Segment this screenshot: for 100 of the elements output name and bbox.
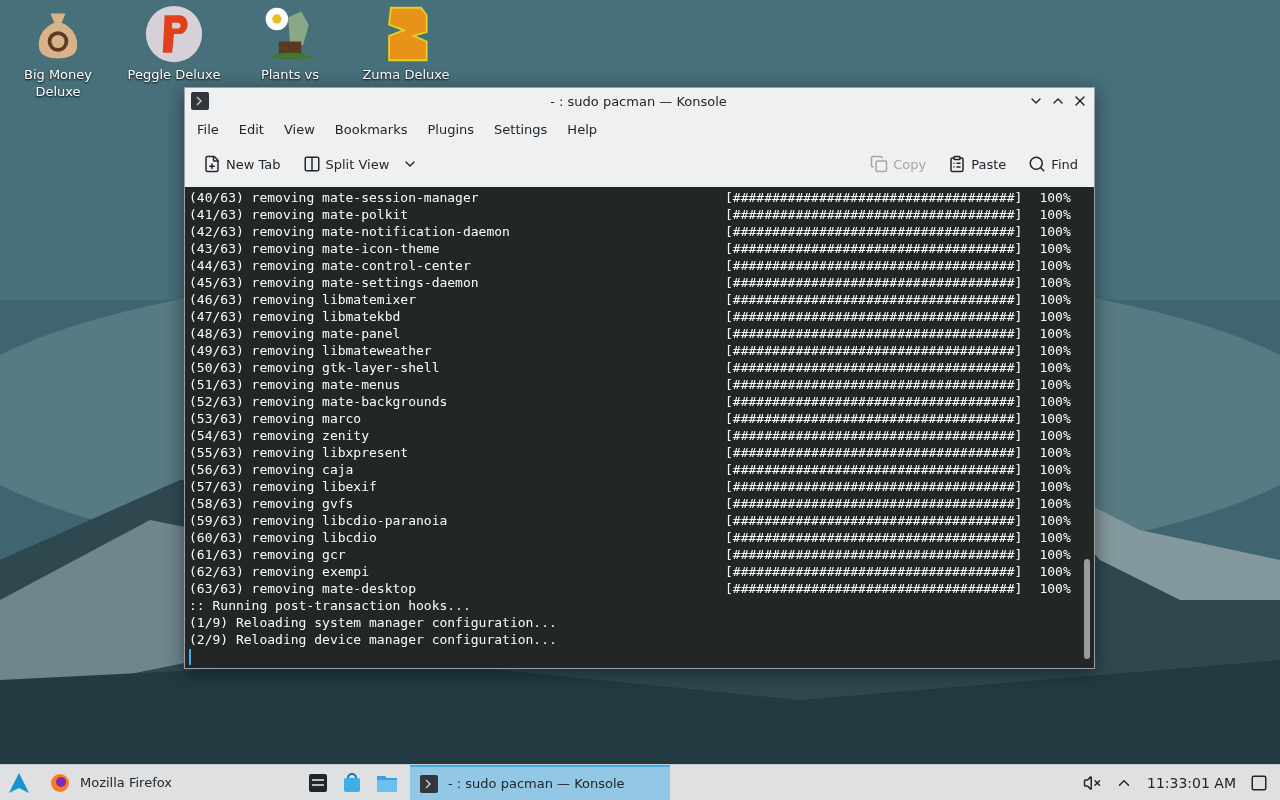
percent-text: 100% [1038, 580, 1072, 597]
progress-text: [####################################] [725, 444, 1024, 461]
progress-text: [####################################] [725, 257, 1024, 274]
terminal-line: (2/9) Reloading device manager configuration... [189, 631, 558, 648]
percent-text: 100% [1038, 274, 1072, 291]
terminal-line: (62/63) removing exempi [189, 563, 370, 580]
desktop-icon-label[interactable]: Zuma Deluxe [362, 66, 450, 83]
menu-item[interactable]: File [189, 117, 227, 141]
task-button[interactable]: - : sudo pacman — Konsole [410, 764, 670, 800]
terminal-line: (46/63) removing libmatemixer [189, 291, 417, 308]
progress-text: [####################################] [725, 206, 1024, 223]
terminal-line: (50/63) removing gtk-layer-shell [189, 359, 441, 376]
terminal-line: (61/63) removing gcr [189, 546, 347, 563]
terminal-line: (40/63) removing mate-session-manager [189, 189, 480, 206]
clipboard-icon [948, 155, 967, 173]
terminal-line: :: Running post-transaction hooks... [189, 597, 472, 614]
terminal-line: (42/63) removing mate-notification-daemon [189, 223, 511, 240]
toolbar-button[interactable]: New Tab [197, 151, 287, 177]
cursor [189, 649, 191, 665]
split-columns-icon [302, 155, 321, 173]
ball-icon[interactable] [144, 4, 204, 64]
percent-text: 100% [1038, 206, 1072, 223]
terminal-line: (63/63) removing mate-desktop [189, 580, 417, 597]
progress-text: [####################################] [725, 223, 1024, 240]
terminal-line: (55/63) removing libxpresent [189, 444, 410, 461]
percent-text: 100% [1038, 223, 1072, 240]
progress-text: [####################################] [725, 291, 1024, 308]
terminal-line: (1/9) Reloading system manager configuration... [189, 614, 558, 631]
clock[interactable]: 11:33:01 AM [1147, 774, 1236, 791]
percent-text: 100% [1038, 359, 1072, 376]
menu-item[interactable]: Bookmarks [326, 117, 416, 141]
terminal-line: (41/63) removing mate-polkit [189, 206, 410, 223]
shopping-bag-icon[interactable] [342, 772, 362, 793]
progress-text: [####################################] [725, 512, 1024, 529]
monitor-icon[interactable] [308, 772, 328, 793]
desktop-icon-label[interactable]: Big Money Deluxe [24, 66, 92, 100]
terminal-line: (54/63) removing zenity [189, 427, 370, 444]
progress-text: [####################################] [725, 546, 1024, 563]
scrollbar-thumb[interactable] [1084, 559, 1090, 659]
percent-text: 100% [1038, 529, 1072, 546]
percent-text: 100% [1038, 325, 1072, 342]
menu-item[interactable]: View [275, 117, 323, 141]
percent-text: 100% [1038, 427, 1072, 444]
percent-text: 100% [1038, 308, 1072, 325]
terminal-line: (57/63) removing libexif [189, 478, 378, 495]
percent-text: 100% [1038, 563, 1072, 580]
progress-text: [####################################] [725, 410, 1024, 427]
percent-text: 100% [1038, 546, 1072, 563]
progress-text: [####################################] [725, 342, 1024, 359]
progress-text: [####################################] [725, 529, 1024, 546]
progress-text: [####################################] [725, 325, 1024, 342]
terminal-icon [191, 92, 209, 110]
terminal-line: (56/63) removing caja [189, 461, 355, 478]
desktop-icon-label[interactable]: Peggle Deluxe [127, 66, 221, 83]
percent-text: 100% [1038, 257, 1072, 274]
progress-text: [####################################] [725, 461, 1024, 478]
progress-text: [####################################] [725, 580, 1024, 597]
menu-item[interactable]: Plugins [419, 117, 483, 141]
percent-text: 100% [1038, 478, 1072, 495]
menu-item[interactable]: Help [559, 117, 605, 141]
terminal-line: (45/63) removing mate-settings-daemon [189, 274, 480, 291]
terminal-line: (53/63) removing marco [189, 410, 363, 427]
toolbar-button[interactable]: Paste [942, 151, 1013, 177]
terminal-line: (47/63) removing libmatekbd [189, 308, 402, 325]
progress-text: [####################################] [725, 376, 1024, 393]
progress-text: [####################################] [725, 563, 1024, 580]
firefox-icon [50, 772, 70, 793]
percent-text: 100% [1038, 376, 1072, 393]
progress-text: [####################################] [725, 359, 1024, 376]
percent-text: 100% [1038, 512, 1072, 529]
show-desktop-icon[interactable] [1250, 773, 1268, 792]
task-button[interactable]: Mozilla Firefox [40, 764, 300, 800]
copy-icon [870, 155, 889, 173]
arch-logo-icon[interactable] [8, 771, 30, 794]
new-file-icon [203, 155, 221, 173]
toolbar-button[interactable]: Find [1022, 151, 1084, 177]
terminal[interactable] [185, 187, 1094, 668]
percent-text: 100% [1038, 189, 1072, 206]
desktop-icon-label[interactable]: Plants vs [260, 66, 320, 83]
mute-icon[interactable] [1083, 773, 1101, 792]
toolbar-button[interactable]: Split View [296, 151, 425, 177]
progress-text: [####################################] [725, 240, 1024, 257]
terminal-icon [420, 774, 438, 793]
search-icon [1028, 155, 1047, 173]
percent-text: 100% [1038, 410, 1072, 427]
progress-text: [####################################] [725, 478, 1024, 495]
progress-text: [####################################] [725, 495, 1024, 512]
terminal-line: (60/63) removing libcdio [189, 529, 378, 546]
terminal-line: (44/63) removing mate-control-center [189, 257, 472, 274]
percent-text: 100% [1038, 444, 1072, 461]
percent-text: 100% [1038, 393, 1072, 410]
terminal-line: (49/63) removing libmateweather [189, 342, 433, 359]
menu-item[interactable]: Settings [486, 117, 556, 141]
percent-text: 100% [1038, 291, 1072, 308]
window-title: - : sudo pacman — Konsole [549, 93, 728, 109]
terminal-line: (48/63) removing mate-panel [189, 325, 402, 342]
terminal-line: (52/63) removing mate-backgrounds [189, 393, 449, 410]
menu-item[interactable]: Edit [230, 117, 272, 141]
progress-text: [####################################] [725, 274, 1024, 291]
terminal-line: (59/63) removing libcdio-paranoia [189, 512, 449, 529]
